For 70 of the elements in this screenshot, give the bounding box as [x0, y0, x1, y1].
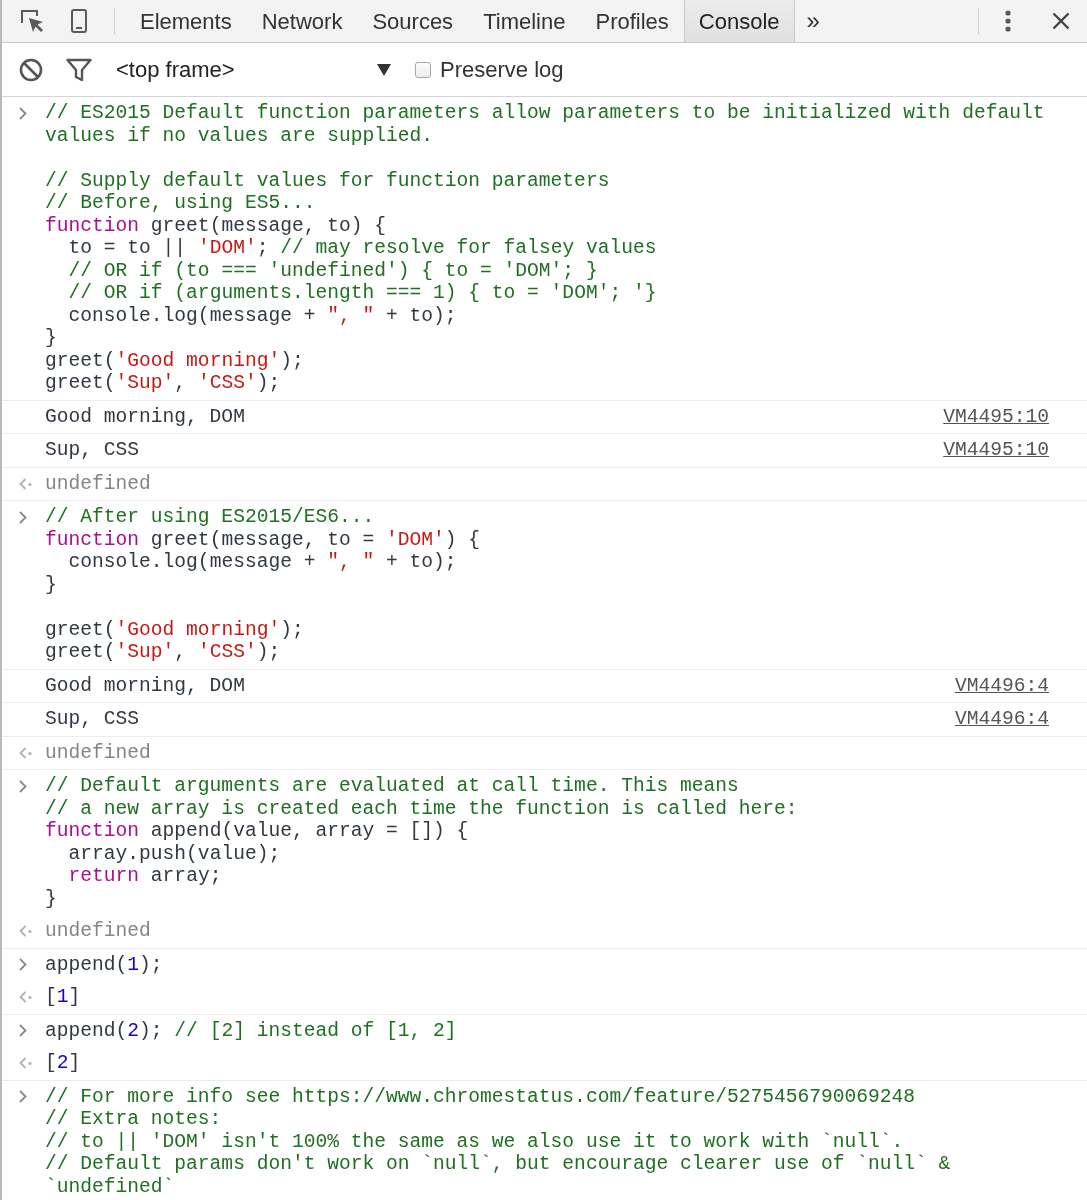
log-message: Sup, CSS	[45, 439, 141, 462]
prompt-chevron-icon	[19, 1090, 27, 1104]
code-line: // After using ES2015/ES6...	[45, 506, 376, 529]
code-line: }	[45, 327, 58, 350]
code-line: // to || 'DOM' isn't 100% the same as we also use it to work with `null`.	[45, 1130, 905, 1153]
filter-icon[interactable]	[66, 57, 92, 82]
code-line: // OR if (to === 'undefined') { to = 'DOM'; }	[67, 259, 599, 282]
code-line: return array;	[67, 865, 223, 888]
code-line: console.log(message + ", " + to);	[67, 551, 458, 574]
prompt-chevron-icon	[19, 779, 27, 793]
result-arrow-icon	[19, 1057, 33, 1070]
code-line: // a new array is created each time the function is called here:	[45, 797, 799, 820]
result-arrow-icon	[19, 746, 33, 759]
code-line: greet('Good morning');	[45, 349, 305, 372]
prompt-chevron-icon	[19, 510, 27, 524]
prompt-chevron-icon	[19, 106, 27, 120]
caret-icon	[377, 63, 391, 76]
code-line: console.log(message + ", " + to);	[67, 304, 458, 327]
code-line: // For more info see https://www.chromestatus.com/feature/5275456790069248	[45, 1085, 917, 1108]
checkbox-label[interactable]: Preserve log	[440, 53, 564, 86]
code-line: function append(value, array = []) {	[45, 820, 470, 843]
panel-tab[interactable]: Timeline	[468, 0, 581, 42]
kebab-menu-icon[interactable]	[1005, 10, 1011, 32]
code-line: function greet(message, to) {	[45, 214, 387, 237]
code-line: // Supply default values for function parameters	[45, 169, 611, 192]
result-arrow-icon	[19, 925, 33, 938]
close-icon[interactable]	[1052, 12, 1070, 30]
source-link[interactable]: VM4496:4	[954, 674, 1049, 697]
code-line: array.push(value);	[67, 842, 282, 865]
result-value: undefined	[45, 472, 151, 495]
prompt-chevron-icon	[19, 1024, 27, 1038]
code-line: append(1);	[45, 953, 164, 976]
panel-tab[interactable]: Sources	[357, 0, 469, 42]
log-message: Good morning, DOM	[45, 674, 246, 697]
context-dropdown[interactable]: <top frame>	[106, 53, 396, 86]
result-value: undefined	[45, 920, 151, 943]
source-link[interactable]: VM4495:10	[943, 439, 1049, 462]
source-link[interactable]: VM4496:4	[954, 708, 1049, 731]
code-line: // OR if (arguments.length === 1) { to = 'DOM'; '}	[67, 282, 658, 305]
clear-icon[interactable]	[19, 57, 43, 82]
source-link[interactable]: VM4495:10	[943, 405, 1049, 428]
code-line: // ES2015 Default function parameters allow parameters to be initialized with default values if no values are supplied.	[45, 102, 1046, 147]
code-line: to = to || 'DOM'; // may resolve for falsey values	[67, 237, 658, 260]
result-value: undefined	[45, 741, 151, 764]
code-line: greet('Good morning');	[45, 618, 305, 641]
code-line: // Default arguments are evaluated at call time. This means	[45, 775, 740, 798]
panel-tab[interactable]: Console	[683, 0, 795, 42]
code-line: function greet(message, to = 'DOM') {	[45, 528, 482, 551]
code-line: // Extra notes:	[45, 1108, 223, 1131]
result-arrow-icon	[19, 477, 33, 490]
panel-tab[interactable]: Network	[246, 0, 358, 42]
code-line: }	[45, 573, 58, 596]
code-line: greet('Sup', 'CSS');	[45, 641, 282, 664]
log-message: Sup, CSS	[45, 708, 141, 731]
code-line: greet('Sup', 'CSS');	[45, 372, 282, 395]
result-arrow-icon	[19, 991, 33, 1004]
phone-icon[interactable]	[71, 9, 87, 33]
panel-tab[interactable]: Elements	[125, 0, 247, 42]
prompt-chevron-icon	[19, 958, 27, 972]
log-message: Good morning, DOM	[45, 405, 246, 428]
cursor-select-icon[interactable]	[19, 8, 45, 34]
more-tabs-button[interactable]: »	[794, 0, 832, 42]
code-line: // Default params don't work on `null`, but encourage clearer use of `null` & `undefined`	[45, 1153, 952, 1198]
code-line: }	[45, 887, 58, 910]
code-line: // Before, using ES5...	[45, 192, 317, 215]
code-line: append(2); // [2] instead of [1, 2]	[45, 1019, 458, 1042]
result-value: [2]	[45, 1052, 81, 1075]
panel-tab[interactable]: Profiles	[580, 0, 684, 42]
preserve-log-checkbox[interactable]	[415, 61, 431, 78]
result-value: [1]	[45, 986, 81, 1009]
